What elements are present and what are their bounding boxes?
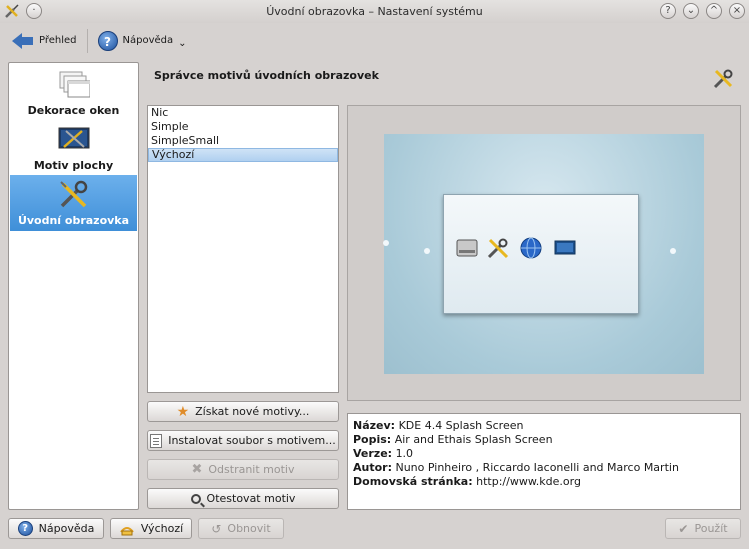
- list-item-simple[interactable]: Simple: [148, 120, 338, 134]
- sidebar-item-label: Motiv plochy: [33, 159, 114, 172]
- toolbar: Přehled ? Nápověda ⌄: [0, 23, 749, 58]
- install-theme-file-button[interactable]: Instalovat soubor s motivem...: [147, 430, 339, 451]
- list-item-nic[interactable]: Nic: [148, 106, 338, 120]
- test-theme-button[interactable]: Otestovat motiv: [147, 488, 339, 509]
- info-homepage-value: http://www.kde.org: [476, 475, 581, 488]
- theme-info-panel: Název: KDE 4.4 Splash Screen Popis: Air …: [347, 413, 741, 510]
- preview-dot: [424, 248, 430, 254]
- get-new-themes-button[interactable]: ★ Získat nové motivy...: [147, 401, 339, 422]
- info-name-row: Název: KDE 4.4 Splash Screen: [353, 419, 524, 432]
- globe-icon: [520, 237, 542, 259]
- overview-label: Přehled: [39, 35, 77, 46]
- preview-dot: [383, 240, 389, 246]
- chevron-down-icon: ⌄: [178, 38, 187, 49]
- star-icon: ★: [176, 403, 190, 420]
- preview-dot: [670, 248, 676, 254]
- section-title: Správce motivů úvodních obrazovek: [154, 69, 379, 82]
- sidebar-item-desktop-theme[interactable]: Motiv plochy: [10, 120, 137, 176]
- defaults-button[interactable]: Výchozí: [110, 518, 192, 539]
- window-decoration-icon: [59, 71, 90, 98]
- help-icon: ?: [97, 30, 118, 51]
- help-button-label: Nápověda: [38, 522, 95, 535]
- window-title: Úvodní obrazovka – Nastavení systému: [266, 5, 483, 18]
- info-name-value: KDE 4.4 Splash Screen: [398, 419, 524, 432]
- apply-button-label: Použít: [694, 522, 728, 535]
- title-bar[interactable]: · Úvodní obrazovka – Nastavení systému ?…: [0, 0, 749, 23]
- info-version-row: Verze: 1.0: [353, 447, 414, 460]
- minimize-button[interactable]: ⌄: [683, 3, 699, 19]
- desktop-theme-icon: [58, 127, 90, 149]
- sidebar: Dekorace oken Motiv plochy Úvodní obrazo…: [8, 62, 139, 510]
- remove-icon: ✖: [191, 461, 203, 477]
- overview-button[interactable]: Přehled: [8, 30, 81, 52]
- maximize-button[interactable]: ^: [706, 3, 722, 19]
- defaults-icon: [120, 526, 134, 535]
- theme-list[interactable]: Nic Simple SimpleSmall Výchozí: [147, 105, 339, 393]
- reset-button[interactable]: ↺ Obnovit: [198, 518, 284, 539]
- list-item-simplesmall[interactable]: SimpleSmall: [148, 134, 338, 148]
- reset-button-label: Obnovit: [227, 522, 271, 535]
- info-homepage-row: Domovská stránka: http://www.kde.org: [353, 475, 581, 488]
- tools-icon: [713, 69, 733, 89]
- hard-drive-icon: [456, 239, 478, 257]
- install-theme-file-label: Instalovat soubor s motivem...: [168, 434, 336, 447]
- list-item-vychozi[interactable]: Výchozí: [148, 148, 338, 162]
- app-tools-icon[interactable]: [4, 3, 20, 19]
- reset-icon: ↺: [211, 521, 222, 536]
- pin-button[interactable]: ·: [26, 3, 42, 19]
- info-description-row: Popis: Air and Ethais Splash Screen: [353, 433, 553, 446]
- remove-theme-label: Odstranit motiv: [208, 463, 295, 476]
- apply-button[interactable]: ✔ Použít: [665, 518, 741, 539]
- test-theme-label: Otestovat motiv: [206, 492, 296, 505]
- info-author-value: Nuno Pinheiro , Riccardo Iaconelli and M…: [395, 461, 679, 474]
- context-help-button[interactable]: ?: [660, 3, 676, 19]
- sidebar-item-splash-screen[interactable]: Úvodní obrazovka: [10, 175, 137, 231]
- defaults-button-label: Výchozí: [140, 522, 184, 535]
- toolbar-separator: [86, 28, 88, 53]
- help-menu-button[interactable]: ? Nápověda ⌄: [94, 29, 191, 53]
- help-icon: ?: [17, 521, 33, 536]
- info-description-value: Air and Ethais Splash Screen: [394, 433, 553, 446]
- window-controls: ? ⌄ ^ ×: [660, 3, 745, 19]
- checkmark-icon: ✔: [678, 521, 689, 536]
- tools-icon: [60, 180, 88, 208]
- title-bar-left: ·: [4, 3, 42, 19]
- help-label: Nápověda: [122, 35, 174, 46]
- back-arrow-icon: [12, 32, 34, 50]
- magnifier-icon: [190, 493, 201, 504]
- close-button[interactable]: ×: [729, 3, 745, 19]
- sidebar-item-label: Úvodní obrazovka: [17, 214, 130, 227]
- remove-theme-button[interactable]: ✖ Odstranit motiv: [147, 459, 339, 480]
- sidebar-item-label: Dekorace oken: [27, 104, 120, 117]
- tools-icon: [487, 238, 509, 259]
- help-button[interactable]: ? Nápověda: [8, 518, 104, 539]
- sidebar-item-window-decoration[interactable]: Dekorace oken: [10, 65, 137, 121]
- info-version-value: 1.0: [395, 447, 414, 460]
- info-author-row: Autor: Nuno Pinheiro , Riccardo Iaconell…: [353, 461, 679, 474]
- desktop-icon: [554, 240, 576, 255]
- get-new-themes-label: Získat nové motivy...: [195, 405, 310, 418]
- file-icon: [150, 433, 163, 448]
